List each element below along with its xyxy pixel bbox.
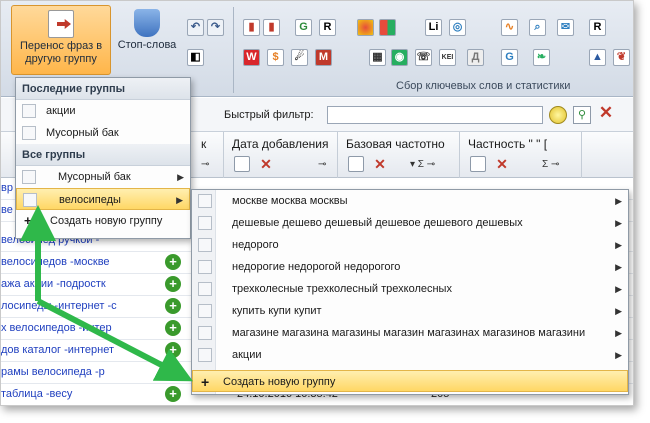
annotation-arrows — [20, 205, 193, 382]
arrow-diagonal — [36, 298, 193, 382]
app-window: Перенос фраз в другую группу Стоп-слова … — [0, 0, 634, 406]
